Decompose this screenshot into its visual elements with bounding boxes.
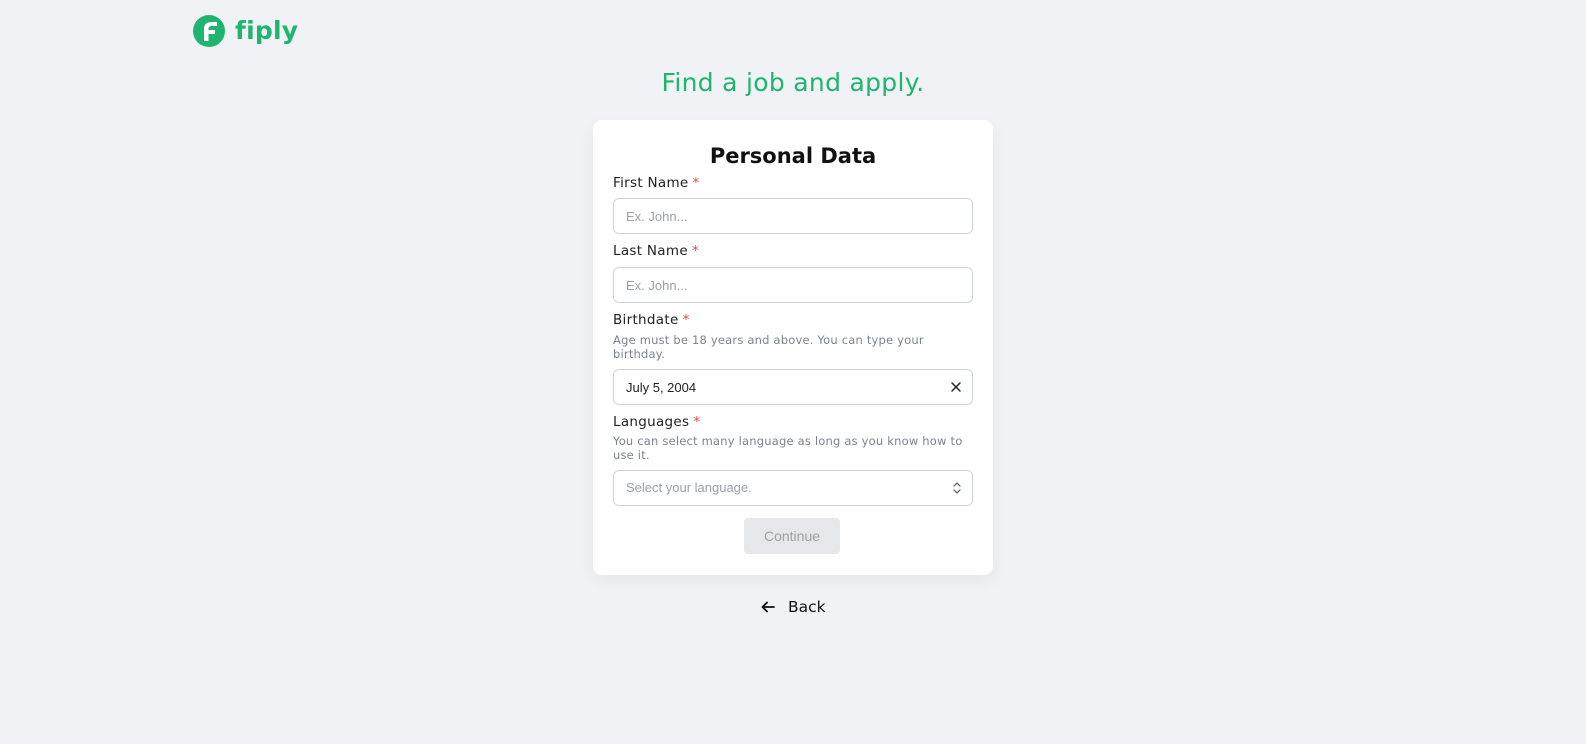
arrow-left-icon: [761, 601, 775, 613]
chevron-updown-icon: [953, 482, 961, 494]
back-label: Back: [788, 598, 826, 616]
first-name-field[interactable]: [613, 198, 973, 234]
first-name-input[interactable]: [614, 199, 958, 233]
fiply-logo-icon: [193, 15, 225, 47]
languages-select[interactable]: Select your language.: [613, 470, 973, 506]
required-marker: *: [692, 175, 700, 191]
continue-button[interactable]: Continue: [744, 518, 840, 554]
last-name-field[interactable]: [613, 267, 973, 303]
back-link[interactable]: Back: [760, 598, 826, 616]
form-title: Personal Data: [709, 144, 877, 168]
last-name-label: Last Name *: [613, 243, 700, 259]
languages-label: Languages *: [613, 414, 701, 430]
required-marker: *: [691, 243, 700, 259]
personal-data-card: Personal Data First Name* Last Name* Bir…: [593, 120, 993, 575]
birthdate-field[interactable]: [613, 369, 973, 405]
required-marker: *: [682, 312, 690, 328]
birthdate-label: Birthdate *: [613, 312, 690, 328]
brand-logo[interactable]: fiply: [193, 15, 298, 47]
required-marker: *: [693, 414, 701, 430]
brand-name: fiply: [235, 16, 299, 45]
birthdate-input[interactable]: [614, 370, 958, 404]
first-name-label: First Name *: [613, 175, 700, 191]
close-icon[interactable]: [949, 380, 963, 394]
last-name-input[interactable]: [614, 268, 958, 302]
languages-placeholder: Select your language.: [626, 480, 752, 495]
page-tagline: Find a job and apply.: [661, 68, 925, 97]
birthdate-help: Age must be 18 years and above. You can …: [613, 333, 924, 361]
languages-help: You can select many language as long as …: [613, 434, 963, 462]
